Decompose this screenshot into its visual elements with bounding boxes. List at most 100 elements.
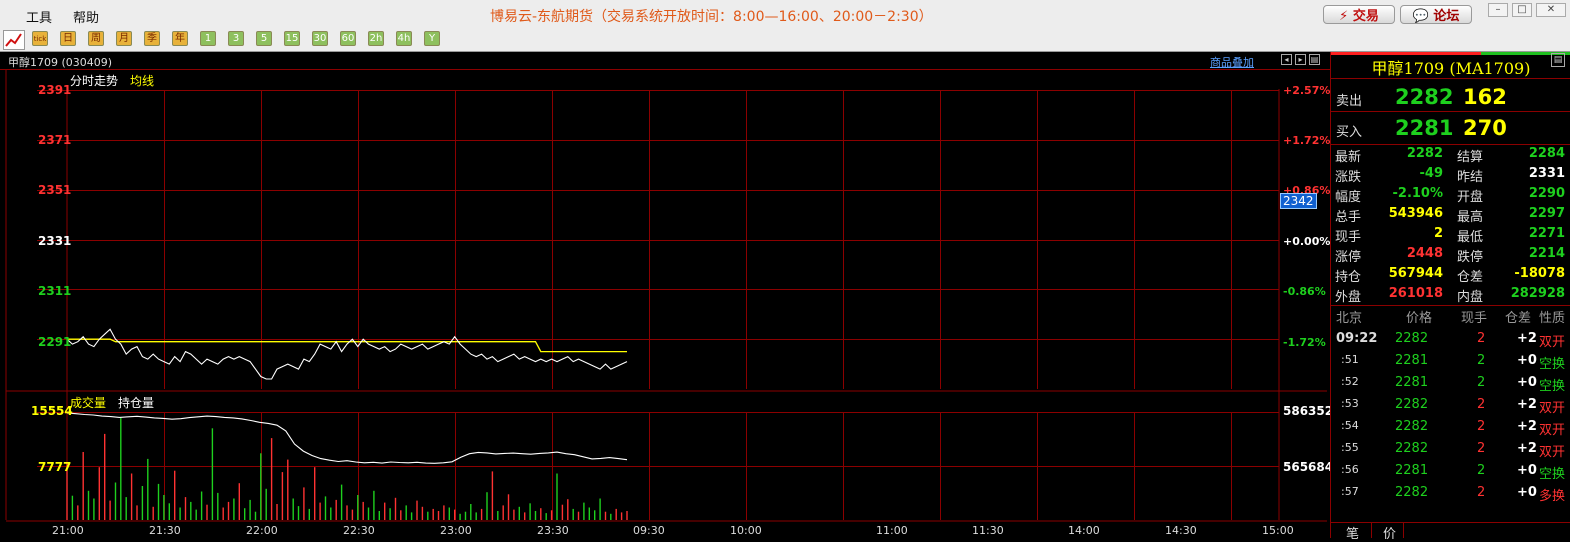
intraday-chart[interactable]: [0, 70, 1330, 538]
period-toolbar: tick 日周月季年 1 3 5 15 30 60 2h 4h Y: [0, 29, 1570, 52]
tick-nature: 空换: [1539, 467, 1566, 482]
panel-title: 甲醇1709 (MA1709): [1371, 59, 1531, 78]
tick-oi: +0: [1517, 485, 1537, 500]
scroll-left-icon[interactable]: ◂: [1281, 54, 1292, 65]
tick-time: 09:22: [1336, 331, 1378, 346]
tick-nature: 双开: [1539, 335, 1566, 350]
quote-panel: 甲醇1709 (MA1709) ▤ 卖出 2282 162 买入 2281 27…: [1330, 52, 1570, 542]
stat-label: 最高: [1457, 210, 1484, 225]
stat-value: 2282: [1406, 146, 1443, 161]
price-tick: 2391: [38, 83, 72, 97]
stat-value: 2331: [1528, 166, 1565, 181]
close-icon[interactable]: ✕: [1536, 3, 1566, 17]
tick-header: 现手: [1461, 311, 1488, 326]
overlay-link[interactable]: 商品叠加: [1210, 54, 1254, 70]
period-button-6[interactable]: 1: [200, 31, 216, 46]
layout-icon[interactable]: ▤: [1309, 54, 1320, 65]
tick-nature: 双开: [1539, 401, 1566, 416]
tab-prices[interactable]: 价: [1383, 523, 1396, 542]
scroll-right-icon[interactable]: ▸: [1295, 54, 1306, 65]
period-button-1[interactable]: 日: [60, 31, 76, 46]
tick-oi: +0: [1517, 463, 1537, 478]
symbol-code: 甲醇1709 (030409): [8, 56, 113, 69]
pct-tick: +0.00%: [1283, 235, 1331, 248]
avg-price-line: [67, 338, 627, 353]
menu-bar: 工具 帮助 博易云-东航期货（交易系统开放时间：8:00—16:00、20:00…: [0, 0, 1570, 30]
period-button-0[interactable]: tick: [32, 31, 48, 46]
stat-label: 幅度: [1335, 190, 1362, 205]
legend-price: 分时走势: [70, 74, 119, 88]
tick-qty: 2: [1477, 397, 1486, 412]
period-button-3[interactable]: 月: [116, 31, 132, 46]
oi-tick: 565684: [1283, 460, 1334, 474]
stat-label: 结算: [1457, 150, 1484, 165]
menu-tools[interactable]: 工具: [26, 7, 52, 26]
sell-label: 卖出: [1336, 94, 1363, 109]
tick-nature: 双开: [1539, 445, 1566, 460]
time-tick: 11:00: [876, 524, 908, 537]
tick-time: :55: [1341, 441, 1359, 454]
period-button-8[interactable]: 5: [256, 31, 272, 46]
period-button-7[interactable]: 3: [228, 31, 244, 46]
tick-row: 09:22 2282 2 +2 双开: [1331, 329, 1570, 351]
stat-label: 总手: [1335, 210, 1362, 225]
stat-value: 2214: [1528, 246, 1565, 261]
tick-price: 2282: [1395, 485, 1429, 500]
tick-nature: 空换: [1539, 379, 1566, 394]
tick-row: :51 2281 2 +0 空换: [1331, 351, 1570, 373]
period-button-11[interactable]: 60: [340, 31, 356, 46]
period-button-14[interactable]: Y: [424, 31, 440, 46]
stat-label: 跌停: [1457, 250, 1484, 265]
time-tick: 14:30: [1165, 524, 1197, 537]
pct-tick: -0.86%: [1283, 285, 1326, 298]
period-button-5[interactable]: 年: [172, 31, 188, 46]
tick-qty: 2: [1477, 441, 1486, 456]
stat-label: 最新: [1335, 150, 1362, 165]
sell-qty: 162: [1463, 85, 1507, 109]
maximize-icon[interactable]: □: [1512, 3, 1532, 17]
tick-qty: 2: [1477, 331, 1486, 346]
tick-row: :52 2281 2 +0 空换: [1331, 373, 1570, 395]
tick-oi: +0: [1517, 353, 1537, 368]
panel-toggle-icon[interactable]: ▤: [1551, 53, 1565, 67]
period-button-2[interactable]: 周: [88, 31, 104, 46]
minimize-icon[interactable]: –: [1488, 3, 1508, 17]
period-button-10[interactable]: 30: [312, 31, 328, 46]
tick-qty: 2: [1477, 353, 1486, 368]
tick-row: :57 2282 2 +0 多换: [1331, 483, 1570, 505]
tick-row: :54 2282 2 +2 双开: [1331, 417, 1570, 439]
forum-button[interactable]: 💬 论坛: [1400, 5, 1472, 24]
stat-value: 567944: [1388, 266, 1443, 281]
tick-time: :56: [1341, 463, 1359, 476]
period-button-12[interactable]: 2h: [368, 31, 384, 46]
time-tick: 15:00: [1262, 524, 1294, 537]
period-button-9[interactable]: 15: [284, 31, 300, 46]
tick-header: 北京: [1336, 311, 1363, 326]
tick-time: :57: [1341, 485, 1359, 498]
stat-value: 2284: [1528, 146, 1565, 161]
stat-value: 2271: [1528, 226, 1565, 241]
stat-label: 涨跌: [1335, 170, 1362, 185]
period-button-13[interactable]: 4h: [396, 31, 412, 46]
legend-volume: 成交量: [70, 396, 107, 410]
price-tick: 2351: [38, 183, 72, 197]
stat-label: 涨停: [1335, 250, 1362, 265]
buy-label: 买入: [1336, 125, 1363, 140]
stat-label: 昨结: [1457, 170, 1484, 185]
tab-trades[interactable]: 笔: [1346, 523, 1359, 542]
time-tick: 21:30: [149, 524, 181, 537]
menu-help[interactable]: 帮助: [73, 7, 99, 26]
price-tick: 2291: [38, 335, 72, 349]
chart-type-icon[interactable]: [3, 30, 25, 50]
buy-price: 2281: [1395, 116, 1454, 140]
time-tick: 23:30: [537, 524, 569, 537]
trade-button[interactable]: ⚡ 交易: [1323, 5, 1395, 24]
tick-time: :52: [1341, 375, 1359, 388]
tick-time: :54: [1341, 419, 1359, 432]
stat-value: 543946: [1388, 206, 1443, 221]
period-button-4[interactable]: 季: [144, 31, 160, 46]
stat-value: -2.10%: [1392, 186, 1444, 201]
stat-value: 2297: [1528, 206, 1565, 221]
tick-oi: +2: [1517, 419, 1537, 434]
tick-qty: 2: [1477, 419, 1486, 434]
